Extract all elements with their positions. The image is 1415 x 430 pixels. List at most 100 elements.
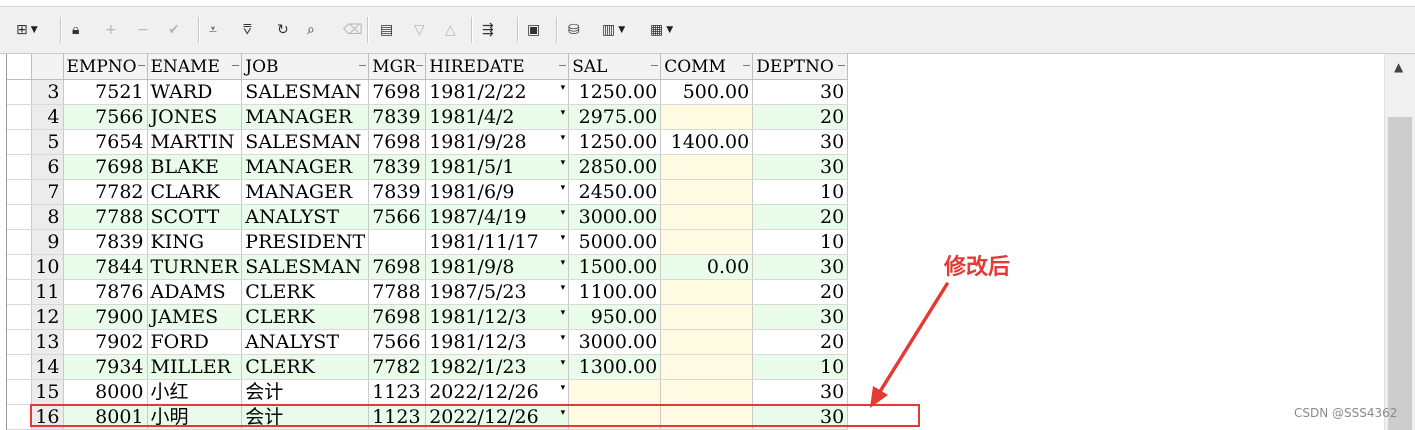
row-number[interactable]: 12 (31, 304, 64, 330)
cell-empno[interactable]: 7839 (63, 229, 148, 255)
cell-deptno[interactable]: 30 (752, 379, 849, 405)
column-header-empno[interactable]: EMPNO (63, 54, 148, 80)
row-indicator[interactable] (7, 104, 32, 130)
cell-hiredate[interactable]: 1981/6/9 ▾ (425, 179, 570, 205)
column-resize-handle[interactable] (232, 65, 240, 66)
cell-job[interactable]: CLERK (241, 304, 370, 330)
table-row[interactable]: 5 7654 MARTIN SALESMAN 7698 1981/9/28 ▾ 1250.00… (7, 129, 849, 155)
cell-deptno[interactable]: 30 (752, 129, 849, 155)
post-changes-button[interactable]: ✔ (168, 18, 180, 42)
cell-hiredate[interactable]: 1981/9/28 ▾ (425, 129, 570, 155)
cell-sal[interactable]: 1250.00 (568, 129, 662, 155)
single-record-view-button[interactable]: ⇶ (482, 18, 494, 42)
row-indicator[interactable] (7, 79, 32, 105)
table-row[interactable]: 13 7902 FORD ANALYST 7566 1981/12/3 ▾ 3000.00 20 (7, 329, 849, 355)
cell-ename[interactable]: JAMES (147, 304, 243, 330)
cell-deptno[interactable]: 30 (752, 79, 849, 105)
table-row[interactable]: 8 7788 SCOTT ANALYST 7566 1987/4/19 ▾ 3000.00 20 (7, 204, 849, 230)
cell-ename[interactable]: JONES (147, 104, 243, 130)
grid-view-button[interactable]: ⊞ ▼ (16, 18, 38, 42)
date-picker-icon[interactable]: ▾ (561, 384, 566, 393)
cell-mgr[interactable]: 7839 (368, 154, 427, 180)
cell-ename[interactable]: WARD (147, 79, 243, 105)
date-picker-icon[interactable]: ▾ (561, 134, 566, 143)
column-header-hiredate[interactable]: HIREDATE (425, 54, 570, 80)
cell-sal[interactable]: 1500.00 (568, 254, 662, 280)
fetch-all-button[interactable]: ⩢ (243, 18, 252, 42)
cell-job[interactable]: CLERK (241, 279, 370, 305)
cell-mgr[interactable]: 7698 (368, 254, 427, 280)
cell-empno[interactable]: 7521 (63, 79, 148, 105)
cell-job[interactable]: 会计 (241, 379, 370, 405)
cell-mgr[interactable]: 7839 (368, 104, 427, 130)
cell-ename[interactable]: MILLER (147, 354, 243, 380)
column-header-deptno[interactable]: DEPTNO (752, 54, 849, 80)
cell-hiredate[interactable]: 1987/5/23 ▾ (425, 279, 570, 305)
cell-empno[interactable]: 7844 (63, 254, 148, 280)
cell-ename[interactable]: MARTIN (147, 129, 243, 155)
cell-comm[interactable] (660, 329, 754, 355)
next-record-button[interactable]: ▽ (414, 18, 425, 42)
cell-mgr[interactable]: 1123 (368, 379, 427, 405)
cell-comm[interactable] (660, 204, 754, 230)
cell-sal[interactable]: 1250.00 (568, 79, 662, 105)
cell-mgr[interactable]: 7782 (368, 354, 427, 380)
table-row[interactable]: 6 7698 BLAKE MANAGER 7839 1981/5/1 ▾ 2850.00 30 (7, 154, 849, 180)
cell-comm[interactable]: 500.00 (660, 79, 754, 105)
cell-deptno[interactable]: 10 (752, 229, 849, 255)
cell-comm[interactable] (660, 354, 754, 380)
column-resize-handle[interactable] (651, 65, 659, 66)
add-record-button[interactable]: + (105, 18, 117, 42)
row-number[interactable]: 5 (31, 129, 64, 155)
cell-deptno[interactable]: 20 (752, 204, 849, 230)
row-number[interactable]: 9 (31, 229, 64, 255)
scroll-up-arrow-icon[interactable]: ▲ (1394, 60, 1403, 74)
date-picker-icon[interactable]: ▾ (561, 184, 566, 193)
cell-hiredate[interactable]: 1981/9/8 ▾ (425, 254, 570, 280)
date-picker-icon[interactable]: ▾ (561, 109, 566, 118)
cell-deptno[interactable]: 10 (752, 354, 849, 380)
refresh-button[interactable]: ↻ (277, 18, 289, 42)
cell-sal[interactable]: 1300.00 (568, 354, 662, 380)
cell-hiredate[interactable]: 1981/4/2 ▾ (425, 104, 570, 130)
cell-comm[interactable] (660, 179, 754, 205)
table-grid-button[interactable]: ▦ ▼ (650, 18, 673, 42)
cell-sal[interactable]: 5000.00 (568, 229, 662, 255)
cell-deptno[interactable]: 20 (752, 104, 849, 130)
cell-mgr[interactable]: 7566 (368, 204, 427, 230)
cell-empno[interactable]: 7902 (63, 329, 148, 355)
cell-job[interactable]: MANAGER (241, 154, 370, 180)
row-number[interactable]: 14 (31, 354, 64, 380)
column-header-comm[interactable]: COMM (660, 54, 754, 80)
date-picker-icon[interactable]: ▾ (561, 334, 566, 343)
date-picker-icon[interactable]: ▾ (561, 284, 566, 293)
row-indicator[interactable] (7, 254, 32, 280)
cell-comm[interactable]: 0.00 (660, 254, 754, 280)
dropdown-arrow-icon[interactable]: ▼ (618, 25, 625, 35)
cell-sal[interactable]: 2450.00 (568, 179, 662, 205)
cell-empno[interactable]: 7934 (63, 354, 148, 380)
cell-mgr[interactable]: 7566 (368, 329, 427, 355)
cell-ename[interactable]: CLARK (147, 179, 243, 205)
cell-job[interactable]: MANAGER (241, 179, 370, 205)
table-row[interactable]: 9 7839 KING PRESIDENT 1981/11/17 ▾ 5000.00 10 (7, 229, 849, 255)
results-grid[interactable]: EMPNO ENAME JOB MGR HIREDATE SAL COMM DEPTNO 37… (6, 54, 1385, 430)
date-picker-icon[interactable]: ▾ (561, 259, 566, 268)
cell-mgr[interactable]: 7788 (368, 279, 427, 305)
cell-sal[interactable]: 1100.00 (568, 279, 662, 305)
cell-comm[interactable] (660, 379, 754, 405)
row-indicator[interactable] (7, 379, 32, 405)
column-resize-handle[interactable] (559, 65, 567, 66)
scrollbar-thumb[interactable] (1388, 117, 1412, 430)
cell-hiredate[interactable]: 1981/2/22 ▾ (425, 79, 570, 105)
row-number[interactable]: 8 (31, 204, 64, 230)
row-number[interactable]: 15 (31, 379, 64, 405)
cell-deptno[interactable]: 20 (752, 279, 849, 305)
cell-sal[interactable]: 2850.00 (568, 154, 662, 180)
column-resize-handle[interactable] (743, 65, 751, 66)
cell-hiredate[interactable]: 1981/11/17 ▾ (425, 229, 570, 255)
fetch-next-button[interactable]: ⩡ (209, 18, 217, 42)
column-resize-handle[interactable] (137, 65, 145, 66)
chart-button[interactable]: ▥ ▼ (602, 18, 625, 42)
cell-deptno[interactable]: 10 (752, 179, 849, 205)
